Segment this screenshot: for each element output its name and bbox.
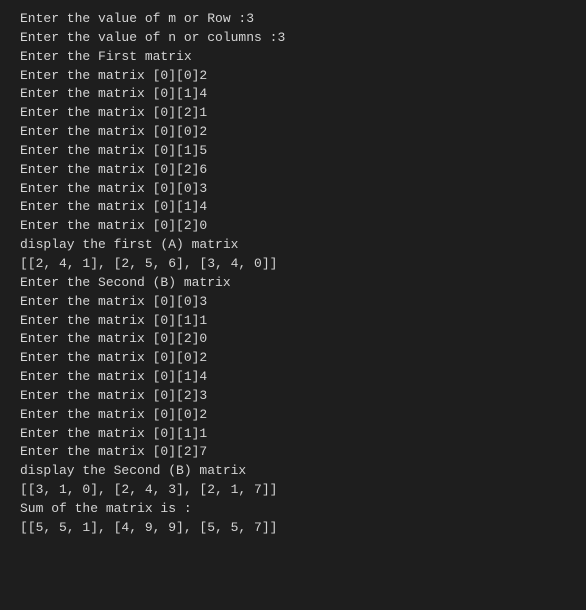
output-line: [[2, 4, 1], [2, 5, 6], [3, 4, 0]] [20,255,586,274]
output-line: Enter the matrix [0][2]0 [20,217,586,236]
output-line: display the Second (B) matrix [20,462,586,481]
output-line: Enter the value of m or Row :3 [20,10,586,29]
output-line: Enter the matrix [0][1]5 [20,142,586,161]
output-line: Enter the matrix [0][0]2 [20,406,586,425]
output-line: Enter the value of n or columns :3 [20,29,586,48]
output-line: Enter the matrix [0][2]7 [20,443,586,462]
output-line: Enter the matrix [0][1]1 [20,312,586,331]
output-line: Enter the matrix [0][2]1 [20,104,586,123]
output-line: Enter the matrix [0][1]4 [20,368,586,387]
terminal-output: Enter the value of m or Row :3 Enter the… [20,10,586,538]
output-line: Enter the matrix [0][0]3 [20,180,586,199]
output-line: Enter the matrix [0][0]2 [20,349,586,368]
output-line: Enter the matrix [0][0]3 [20,293,586,312]
output-line: Enter the matrix [0][2]3 [20,387,586,406]
output-line: Enter the matrix [0][1]4 [20,198,586,217]
output-line: display the first (A) matrix [20,236,586,255]
output-line: Enter the matrix [0][2]6 [20,161,586,180]
output-line: Enter the matrix [0][2]0 [20,330,586,349]
output-line: [[3, 1, 0], [2, 4, 3], [2, 1, 7]] [20,481,586,500]
output-line: Enter the matrix [0][0]2 [20,123,586,142]
output-line: [[5, 5, 1], [4, 9, 9], [5, 5, 7]] [20,519,586,538]
output-line: Enter the matrix [0][1]1 [20,425,586,444]
output-line: Enter the matrix [0][1]4 [20,85,586,104]
output-line: Enter the Second (B) matrix [20,274,586,293]
output-line: Enter the First matrix [20,48,586,67]
output-line: Sum of the matrix is : [20,500,586,519]
output-line: Enter the matrix [0][0]2 [20,67,586,86]
